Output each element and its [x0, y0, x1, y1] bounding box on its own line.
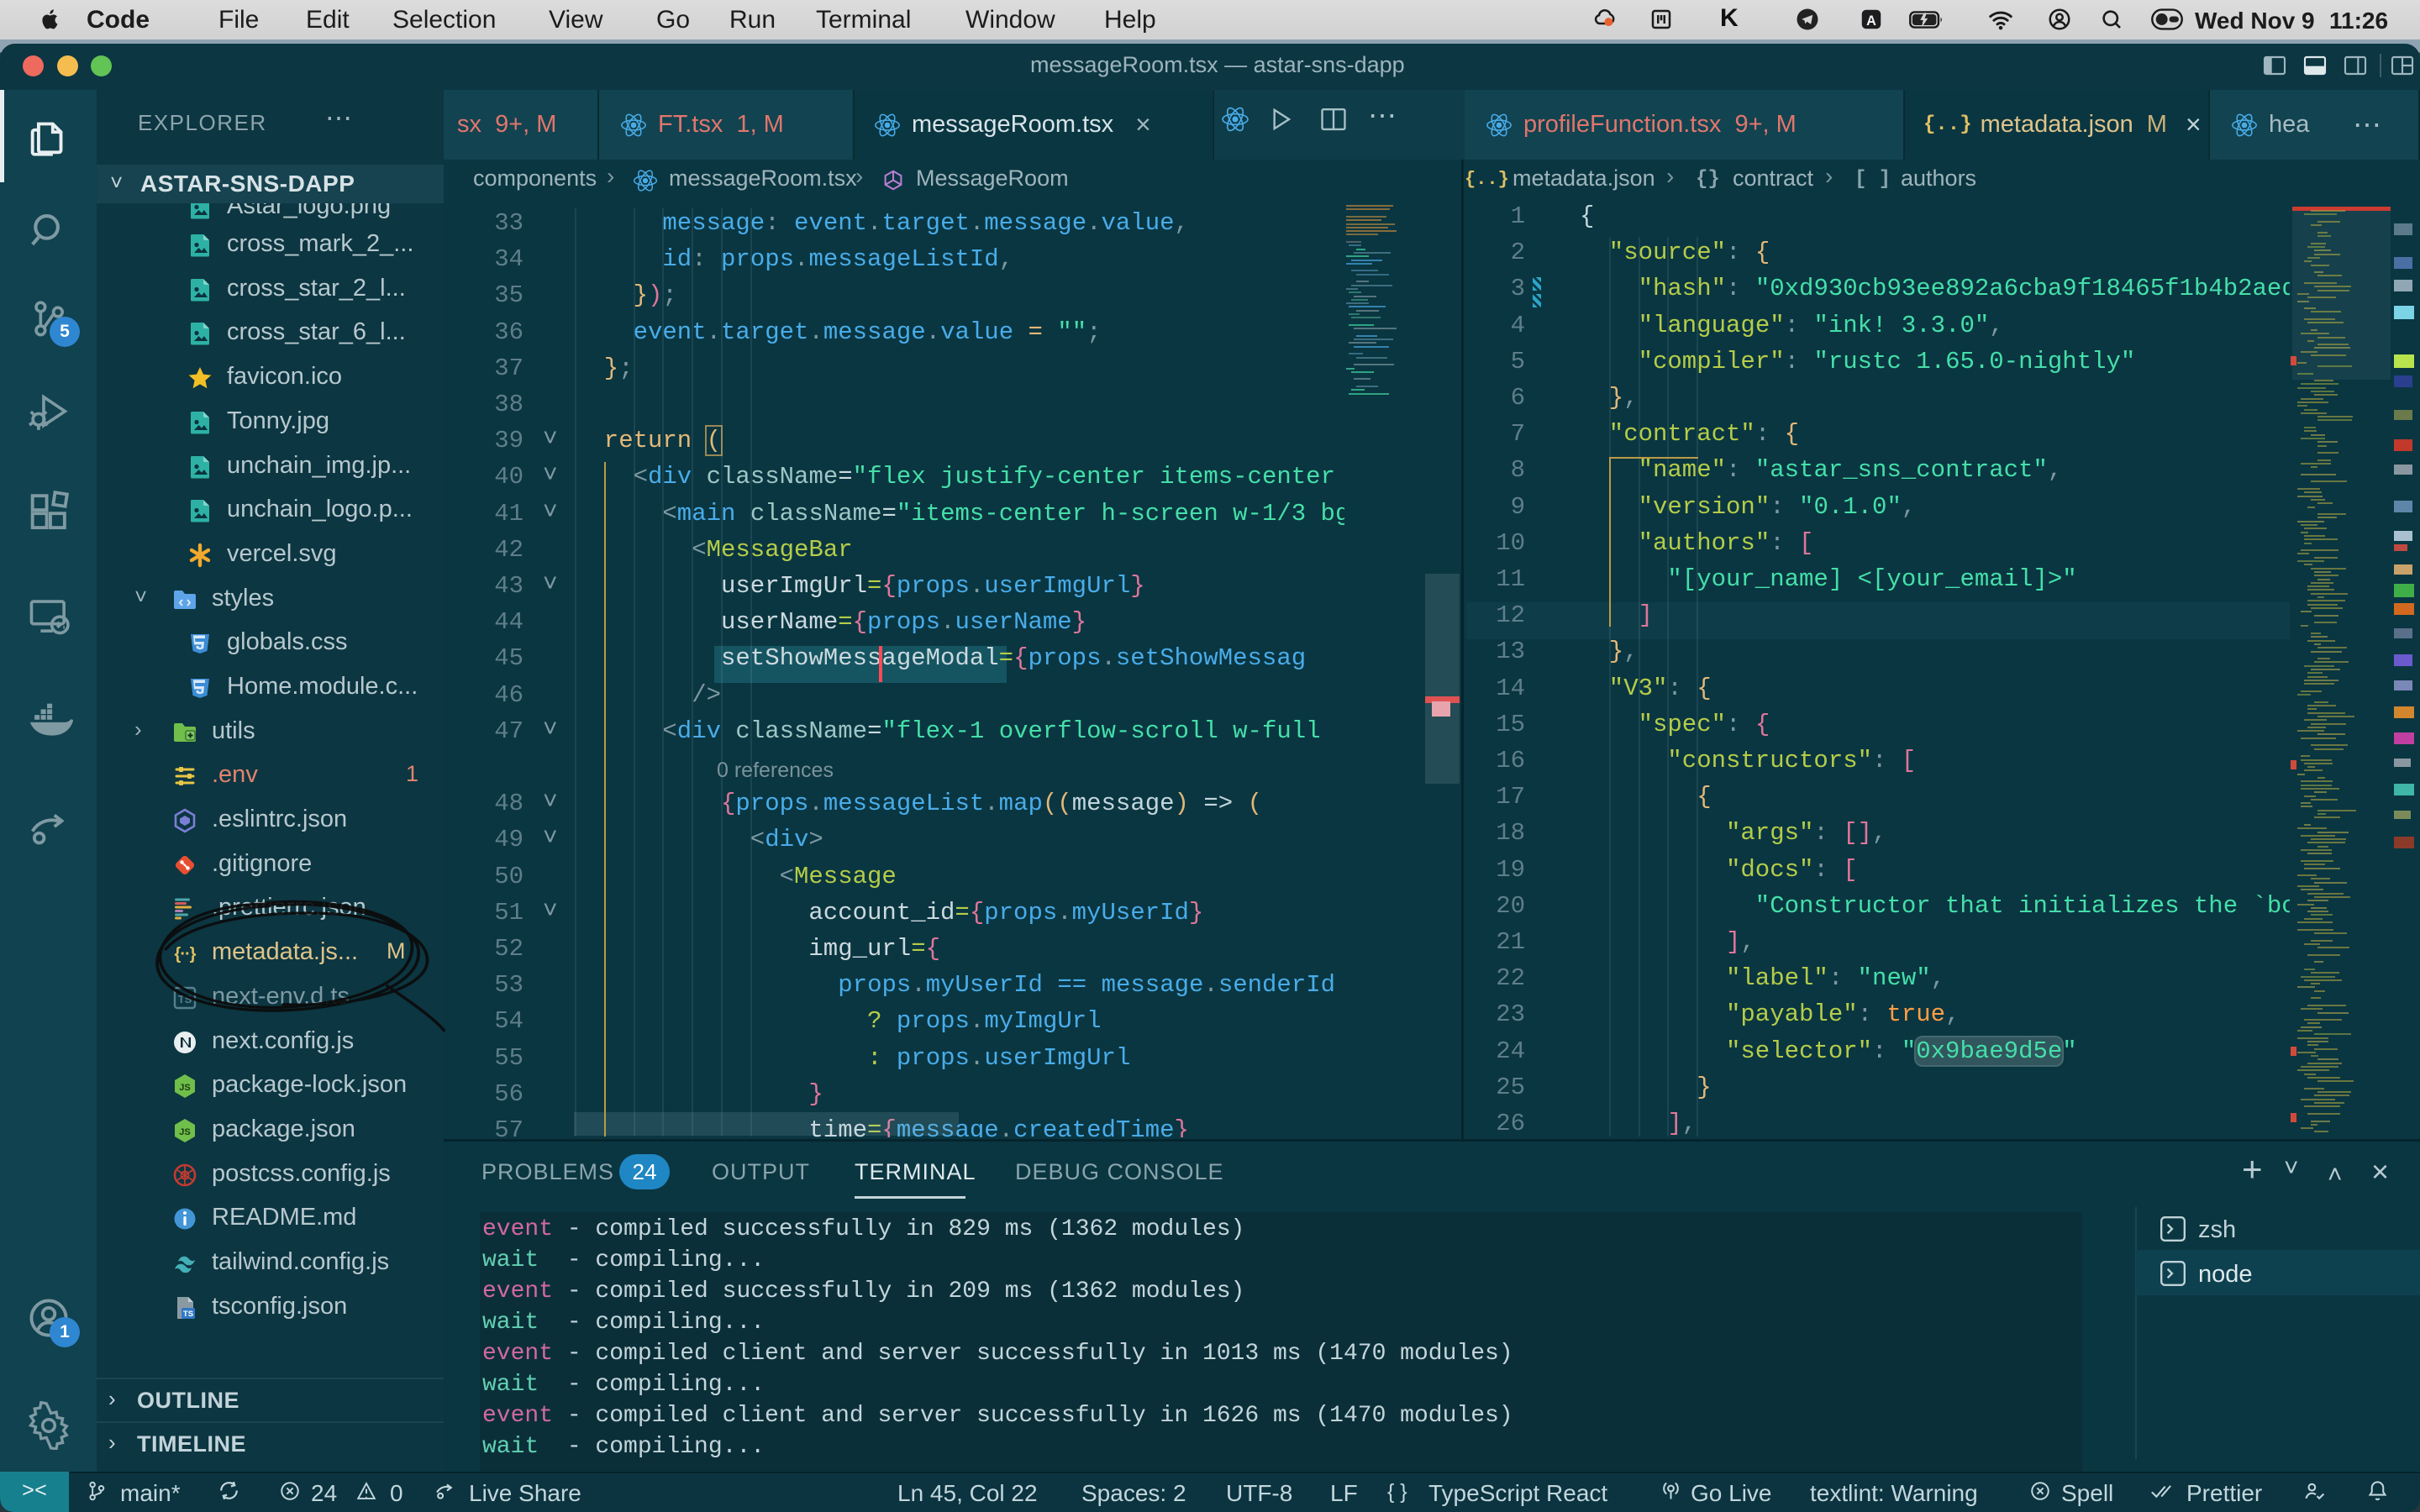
svg-text:TS: TS	[183, 1310, 193, 1319]
svg-text:JS: JS	[179, 1083, 190, 1093]
svg-text:JS: JS	[179, 1127, 190, 1137]
svg-text:A: A	[1866, 13, 1876, 29]
